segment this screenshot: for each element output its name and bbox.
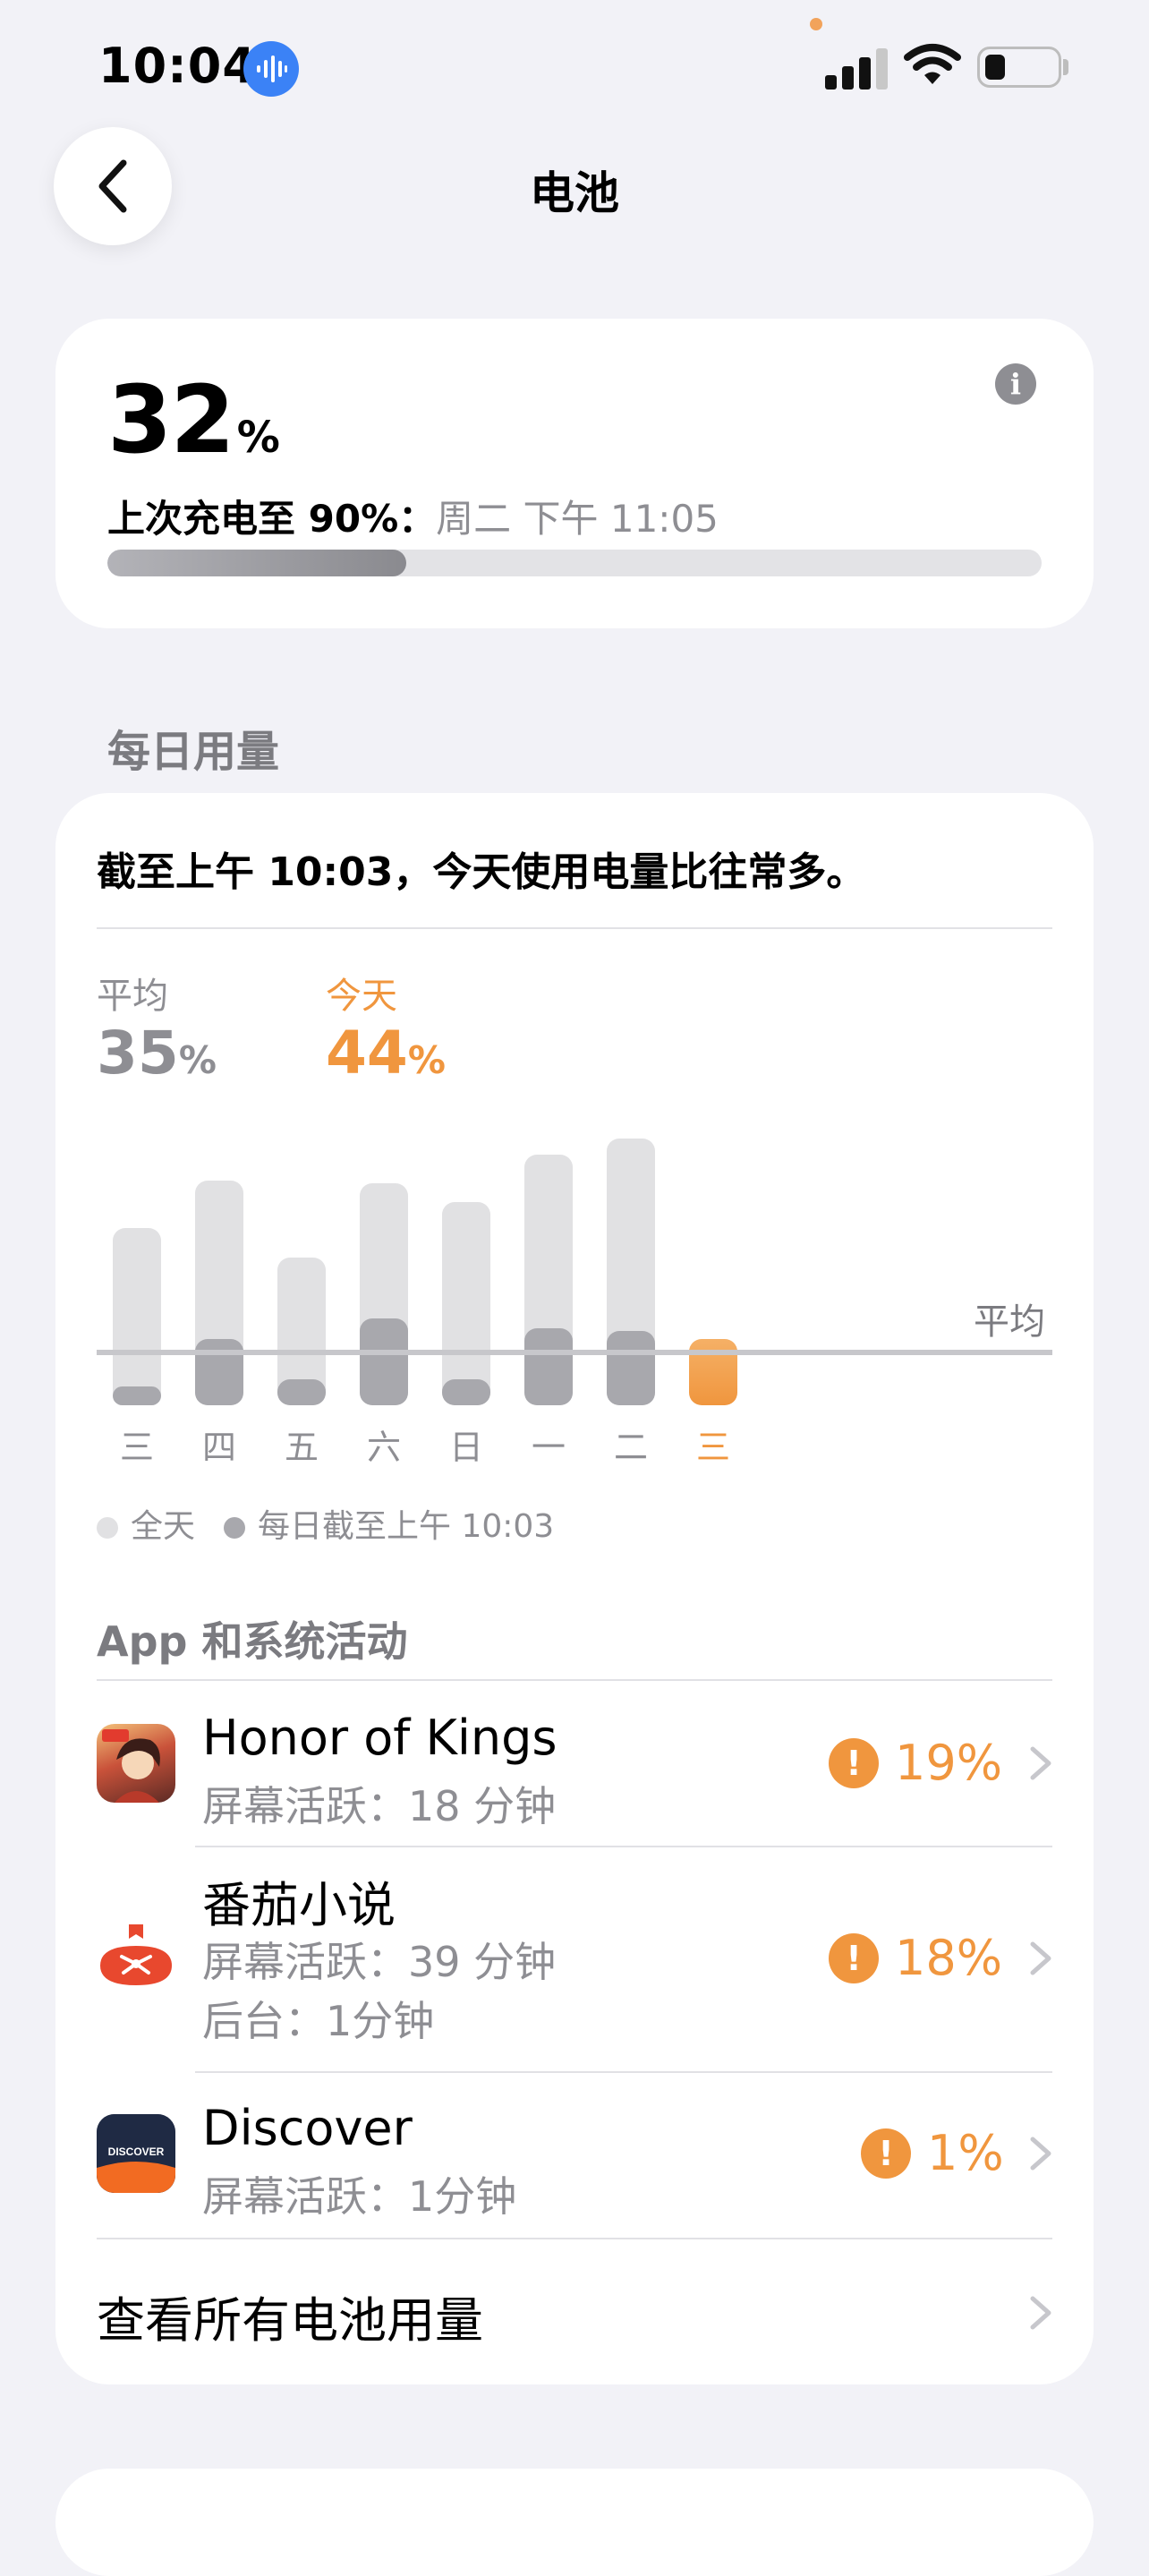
app-background-time: 后台：1分钟 xyxy=(202,1997,435,2045)
discover-app-icon: DISCOVER xyxy=(97,2114,175,2193)
honor-of-kings-app-icon xyxy=(97,1724,175,1803)
usage-summary: 截至上午 10:03，今天使用电量比往常多。 xyxy=(97,849,866,895)
battery-nub xyxy=(1063,59,1068,75)
legend-until-time: 每日截至上午 10:03 xyxy=(224,1500,554,1547)
chevron-right-icon xyxy=(1030,1941,1051,1975)
privacy-indicator-dot xyxy=(810,18,822,30)
battery-level-bar-fill xyxy=(107,550,407,576)
divider xyxy=(97,927,1052,929)
today-value: 44% xyxy=(326,1019,446,1088)
average-value: 35% xyxy=(97,1019,217,1088)
average-line-label: 平均 xyxy=(974,1301,1045,1343)
app-screen-time: 屏幕活跃：39 分钟 xyxy=(202,1938,557,1986)
fanqie-novel-app-icon xyxy=(97,1919,175,1998)
app-name: Honor of Kings xyxy=(202,1710,557,1766)
battery-level-fill xyxy=(985,55,1005,80)
page-title: 电池 xyxy=(530,167,619,219)
see-all-battery-usage-link[interactable]: 查看所有电池用量 xyxy=(97,2281,483,2351)
legend-all-day-label: 全天 xyxy=(131,1508,196,1545)
last-charge-text: 上次充电至 90%：周二 下午 11:05 xyxy=(107,489,719,543)
last-charge-label: 上次充电至 90%： xyxy=(107,497,437,541)
legend-all-day-dot xyxy=(97,1517,118,1539)
app-battery-percent: 1% xyxy=(927,2125,1004,2181)
app-screen-time: 屏幕活跃：1分钟 xyxy=(202,2172,517,2221)
warning-icon: ! xyxy=(861,2128,911,2179)
warning-icon: ! xyxy=(829,1738,879,1788)
cellular-signal-icon xyxy=(825,45,888,90)
chevron-right-icon xyxy=(1030,1746,1051,1780)
chevron-right-icon xyxy=(1030,2296,1051,2330)
audio-recording-indicator-icon[interactable] xyxy=(243,41,299,97)
battery-percent-value: 32 xyxy=(107,365,235,474)
divider xyxy=(97,2238,1052,2239)
average-label: 平均 xyxy=(97,976,168,1017)
battery-icon xyxy=(977,47,1061,88)
legend-until-time-label: 每日截至上午 10:03 xyxy=(258,1508,555,1545)
app-activity-section-title: App 和系统活动 xyxy=(97,1617,408,1666)
app-battery-percent: 18% xyxy=(895,1930,1003,1986)
average-line xyxy=(97,1350,1052,1355)
average-percent-sign: % xyxy=(178,1038,217,1082)
today-label: 今天 xyxy=(326,976,397,1017)
app-row-discover[interactable]: DISCOVER Discover 屏幕活跃：1分钟 ! 1% xyxy=(97,2073,1052,2236)
warning-icon: ! xyxy=(829,1933,879,1983)
last-charge-time: 周二 下午 11:05 xyxy=(436,497,719,541)
app-screen-time: 屏幕活跃：18 分钟 xyxy=(202,1782,557,1830)
legend-until-time-dot xyxy=(224,1517,245,1539)
status-time: 10:04 xyxy=(98,38,257,94)
app-row-honor-of-kings[interactable]: Honor of Kings 屏幕活跃：18 分钟 ! 19% xyxy=(97,1683,1052,1844)
battery-level-bar xyxy=(107,550,1042,576)
next-card xyxy=(55,2469,1094,2576)
daily-usage-section-title: 每日用量 xyxy=(107,727,280,777)
divider xyxy=(97,1679,1052,1681)
info-icon[interactable]: i xyxy=(995,363,1036,405)
app-row-fanqie-novel[interactable]: 番茄小说 屏幕活跃：39 分钟 后台：1分钟 ! 18% xyxy=(97,1847,1052,2069)
app-battery-percent: 19% xyxy=(895,1735,1003,1791)
discover-logo-text: DISCOVER xyxy=(108,2145,165,2158)
legend-all-day: 全天 xyxy=(97,1500,195,1547)
average-number: 35 xyxy=(97,1019,179,1088)
chevron-right-icon xyxy=(1030,2137,1051,2171)
today-percent-sign: % xyxy=(407,1038,446,1082)
app-name: Discover xyxy=(202,2100,413,2156)
wifi-icon xyxy=(904,43,961,88)
battery-percentage: 32% xyxy=(107,365,280,474)
battery-percent-sign: % xyxy=(236,413,280,463)
today-number: 44 xyxy=(326,1019,408,1088)
app-name: 番茄小说 xyxy=(202,1877,396,1933)
